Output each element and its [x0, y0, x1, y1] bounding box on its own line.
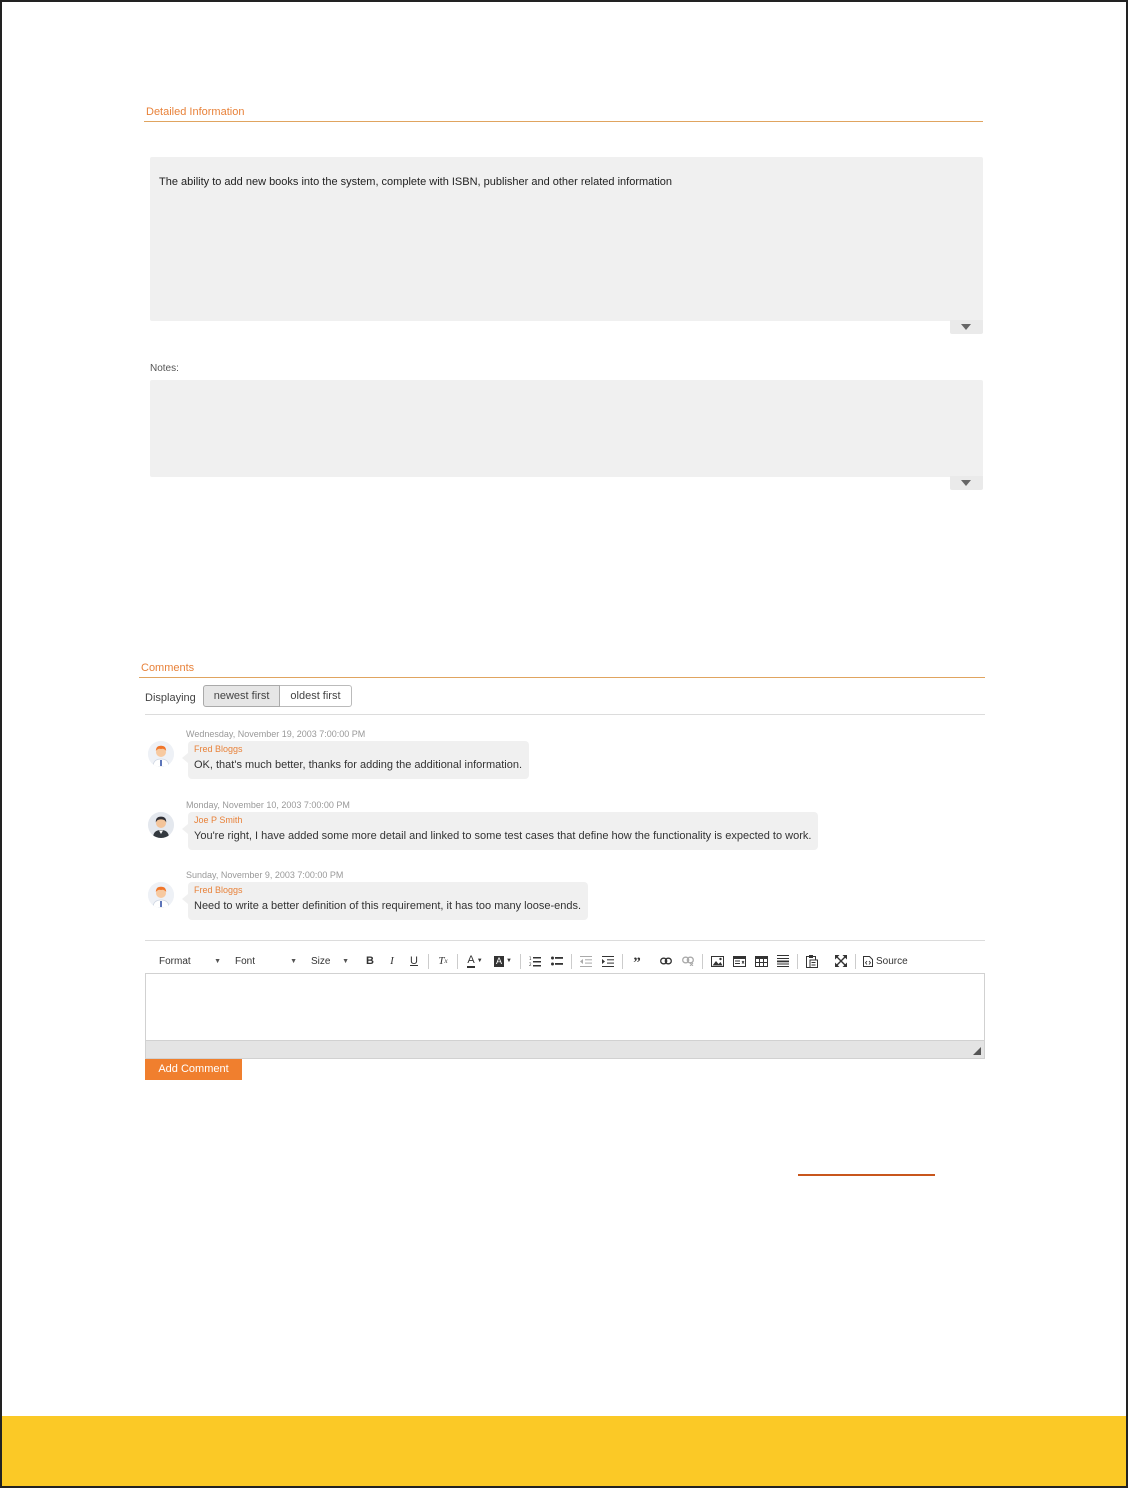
svg-text:1: 1: [529, 956, 532, 961]
comments-divider-bottom: [145, 940, 985, 941]
editor-toolbar: Format ▼ Font ▼ Size ▼ B I U Tx A ▼ A ▼ 12 ”: [145, 950, 985, 972]
sort-toggle: Displaying newest first oldest first: [145, 685, 352, 707]
table-icon[interactable]: [750, 951, 772, 971]
comment-text: Need to write a better definition of thi…: [194, 900, 582, 912]
toolbar-separator: [855, 953, 856, 969]
size-label: Size: [311, 955, 331, 967]
font-label: Font: [235, 955, 256, 967]
comment-bubble: Fred Bloggs Need to write a better defin…: [181, 882, 589, 920]
comment-date: Wednesday, November 19, 2003 7:00:00 PM: [186, 729, 366, 739]
outdent-icon[interactable]: [575, 951, 597, 971]
svg-text:2: 2: [529, 962, 532, 967]
sort-label: Displaying: [145, 692, 196, 704]
description-field[interactable]: The ability to add new books into the sy…: [150, 157, 983, 321]
comment-text: OK, that's much better, thanks for addin…: [194, 759, 523, 771]
link-icon[interactable]: [655, 951, 677, 971]
comment-text: You're right, I have added some more det…: [194, 830, 812, 842]
image-icon[interactable]: [706, 951, 728, 971]
toolbar-separator: [702, 953, 703, 969]
format-label: Format: [159, 955, 191, 967]
resize-handle-icon[interactable]: [973, 1047, 981, 1055]
size-dropdown[interactable]: Size ▼: [311, 956, 349, 967]
underline-icon[interactable]: U: [403, 951, 425, 971]
notes-field[interactable]: [150, 380, 983, 477]
chevron-down-icon: ▼: [290, 957, 297, 965]
chevron-down-icon: ▼: [214, 957, 221, 965]
toolbar-separator: [826, 954, 827, 969]
background-color-icon[interactable]: A ▼: [489, 951, 517, 971]
notes-expand-icon[interactable]: [950, 476, 983, 490]
maximize-icon[interactable]: [830, 951, 852, 971]
decorative-underline: [798, 1174, 935, 1176]
toolbar-separator: [651, 954, 652, 969]
numbered-list-icon[interactable]: 12: [524, 951, 546, 971]
comment-input[interactable]: [145, 973, 985, 1041]
remove-format-icon[interactable]: Tx: [432, 951, 454, 971]
toolbar-separator: [797, 953, 798, 969]
comment-date: Monday, November 10, 2003 7:00:00 PM: [186, 800, 350, 810]
bulleted-list-icon[interactable]: [546, 951, 568, 971]
text-color-icon[interactable]: A ▼: [461, 951, 489, 971]
footer-bar: [2, 1416, 1126, 1486]
detailed-information-title: Detailed Information: [146, 106, 245, 118]
indent-icon[interactable]: [597, 951, 619, 971]
unlink-icon[interactable]: [677, 951, 699, 971]
source-button[interactable]: Source: [859, 951, 911, 971]
add-comment-button[interactable]: Add Comment: [145, 1059, 242, 1080]
toolbar-separator: [457, 953, 458, 969]
sort-newest-first-button[interactable]: newest first: [202, 685, 281, 707]
chevron-down-icon: ▼: [342, 957, 349, 965]
comments-title: Comments: [141, 662, 195, 674]
comment-bubble: Joe P Smith You're right, I have added s…: [181, 812, 819, 850]
notes-label: Notes:: [150, 363, 179, 374]
detailed-information-rule: [144, 121, 983, 122]
comment-bubble: Fred Bloggs OK, that's much better, than…: [181, 741, 530, 779]
avatar-icon: [148, 812, 174, 838]
comments-divider-top: [145, 714, 985, 715]
source-label: Source: [876, 955, 908, 967]
comment-author-link[interactable]: Fred Bloggs: [194, 743, 522, 756]
description-text: The ability to add new books into the sy…: [159, 176, 672, 188]
format-dropdown[interactable]: Format ▼: [159, 956, 221, 967]
avatar-icon: [148, 882, 174, 908]
comment-author-link[interactable]: Joe P Smith: [194, 814, 811, 827]
comment-editor: Format ▼ Font ▼ Size ▼ B I U Tx A ▼ A ▼ 12 ”: [145, 950, 985, 1059]
toolbar-separator: [428, 953, 429, 969]
embed-icon[interactable]: [728, 951, 750, 971]
comment-author-link[interactable]: Fred Bloggs: [194, 884, 581, 897]
comment-date: Sunday, November 9, 2003 7:00:00 PM: [186, 870, 344, 880]
toolbar-separator: [520, 953, 521, 969]
sort-oldest-first-button[interactable]: oldest first: [280, 685, 352, 707]
horizontal-rule-icon[interactable]: [772, 951, 794, 971]
source-icon: [863, 955, 873, 967]
notes-text: [150, 380, 983, 416]
paste-icon[interactable]: [801, 951, 823, 971]
toolbar-separator: [622, 953, 623, 969]
editor-footer: [145, 1041, 985, 1059]
avatar-icon: [148, 741, 174, 767]
font-dropdown[interactable]: Font ▼: [235, 956, 297, 967]
description-expand-icon[interactable]: [950, 320, 983, 334]
italic-icon[interactable]: I: [381, 951, 403, 971]
toolbar-separator: [571, 953, 572, 969]
blockquote-icon[interactable]: ”: [626, 951, 648, 971]
comments-rule: [139, 677, 985, 678]
bold-icon[interactable]: B: [359, 951, 381, 971]
